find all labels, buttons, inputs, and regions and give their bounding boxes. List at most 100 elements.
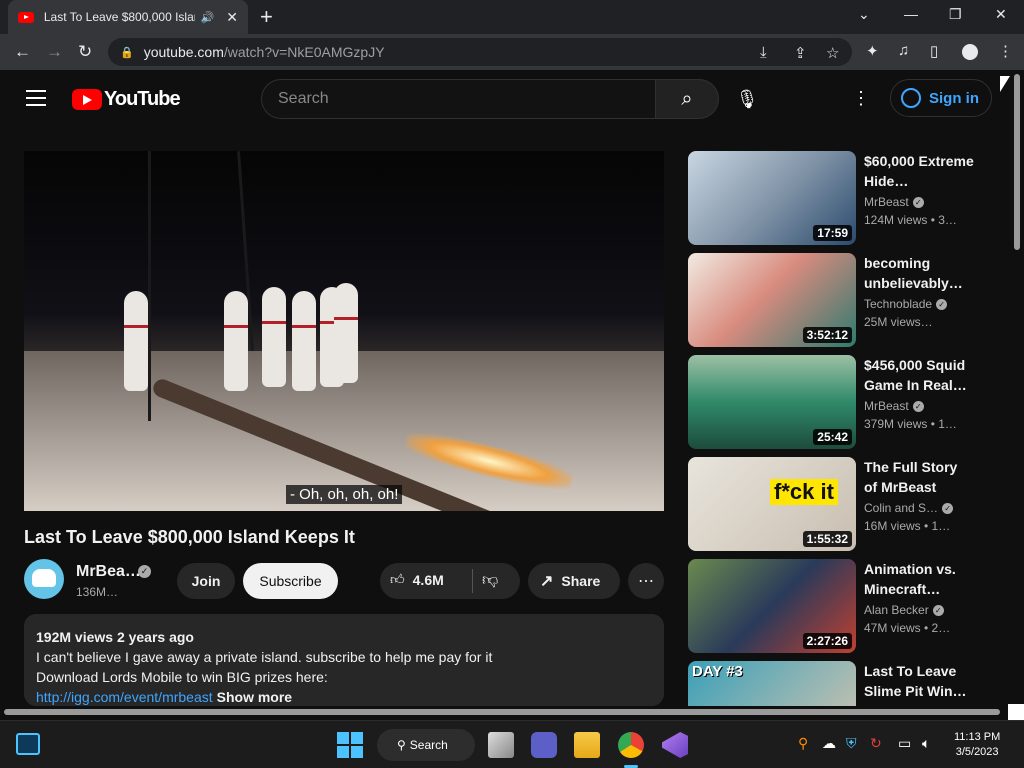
- video-thumbnail[interactable]: DAY #3: [688, 661, 856, 706]
- recommended-video[interactable]: 17:59 $60,000 Extreme Hide… MrBeast ✓ 124…: [688, 151, 988, 245]
- search-button[interactable]: ⌕: [655, 79, 719, 119]
- network-icon[interactable]: ▭: [898, 735, 911, 752]
- clock-time: 11:13 PM: [954, 731, 1001, 743]
- video-thumbnail[interactable]: f*ck it 1:55:32: [688, 457, 856, 551]
- recommended-channel[interactable]: Alan Becker ✓: [864, 603, 944, 617]
- side-panel-icon[interactable]: ▯: [930, 42, 938, 60]
- voice-search-button[interactable]: 🎙: [727, 79, 767, 119]
- scrollbar-thumb[interactable]: [4, 709, 1000, 715]
- thumbnail-text: f*ck it: [770, 479, 838, 505]
- recommended-channel[interactable]: Colin and S… ✓: [864, 501, 954, 515]
- tab-search-chevron-icon[interactable]: ⌄: [858, 6, 870, 23]
- recommended-meta: 124M views • 3…: [864, 213, 957, 227]
- like-count: 4.6M: [412, 571, 444, 588]
- bowling-pin: [292, 291, 316, 391]
- recommended-channel[interactable]: MrBeast ✓: [864, 195, 924, 209]
- chrome-menu-icon[interactable]: ⋮: [998, 42, 1013, 60]
- back-button[interactable]: ←: [14, 42, 31, 62]
- recommended-video[interactable]: 3:52:12 becoming unbelievably… Technobla…: [688, 253, 988, 347]
- media-controls-icon[interactable]: ♫: [898, 42, 909, 59]
- thumbs-up-icon: 👍︎: [390, 571, 405, 587]
- visual-studio-icon[interactable]: [662, 732, 688, 758]
- channel-name[interactable]: MrBea…: [76, 563, 141, 581]
- recommended-channel[interactable]: MrBeast ✓: [864, 399, 924, 413]
- recommended-title[interactable]: becoming unbelievably…: [864, 253, 974, 293]
- browser-tab-bar: Last To Leave $800,000 Island Keeps It 🔊…: [0, 0, 1024, 34]
- recommended-title[interactable]: Animation vs. Minecraft…: [864, 559, 974, 599]
- video-player[interactable]: - Oh, oh, oh, oh!: [24, 151, 664, 511]
- channel-avatar[interactable]: [24, 559, 64, 599]
- restore-button[interactable]: ❐: [949, 6, 962, 23]
- search-box[interactable]: [261, 79, 656, 119]
- join-button[interactable]: Join: [177, 563, 235, 599]
- start-button[interactable]: [337, 732, 363, 758]
- minimize-button[interactable]: —: [904, 6, 918, 22]
- vertical-scrollbar[interactable]: [1012, 70, 1024, 706]
- recommended-video[interactable]: f*ck it 1:55:32 The Full Story of MrBeas…: [688, 457, 988, 551]
- description-box[interactable]: 192M views 2 years ago I can't believe I…: [24, 614, 664, 706]
- settings-menu-icon[interactable]: ⋮: [852, 88, 870, 109]
- tray-search-icon[interactable]: ⚲: [798, 735, 808, 752]
- subscribe-button[interactable]: Subscribe: [243, 563, 338, 599]
- recommended-title[interactable]: The Full Story of MrBeast: [864, 457, 974, 497]
- video-thumbnail[interactable]: 2:27:26: [688, 559, 856, 653]
- recommended-title[interactable]: $60,000 Extreme Hide…: [864, 151, 974, 191]
- file-explorer-icon[interactable]: [574, 732, 600, 758]
- video-caption: - Oh, oh, oh, oh!: [286, 485, 403, 504]
- video-thumbnail[interactable]: 3:52:12: [688, 253, 856, 347]
- like-button[interactable]: 👍︎ 4.6M: [390, 571, 444, 588]
- system-clock[interactable]: 11:13 PM 3/5/2023: [954, 730, 1000, 760]
- bookmark-star-icon[interactable]: ☆: [826, 44, 839, 62]
- scrollbar-thumb[interactable]: [1014, 74, 1020, 250]
- reload-button[interactable]: ↻: [78, 42, 92, 62]
- more-actions-button[interactable]: ⋯: [628, 563, 664, 599]
- forward-button[interactable]: →: [46, 42, 63, 62]
- recommended-video[interactable]: 2:27:26 Animation vs. Minecraft… Alan Be…: [688, 559, 988, 653]
- close-window-button[interactable]: ✕: [995, 6, 1007, 23]
- user-icon: [901, 88, 921, 108]
- recommended-meta: 25M views…: [864, 315, 933, 329]
- video-thumbnail[interactable]: 17:59: [688, 151, 856, 245]
- share-page-icon[interactable]: ⇪: [794, 44, 807, 62]
- extensions-icon[interactable]: ✦: [866, 42, 879, 60]
- url-host: youtube.com: [143, 44, 224, 60]
- task-view-icon[interactable]: [488, 732, 514, 758]
- subscriber-count: 136M…: [76, 585, 119, 599]
- search-input[interactable]: [278, 90, 655, 108]
- recommended-video[interactable]: 25:42 $456,000 Squid Game In Real… MrBea…: [688, 355, 988, 449]
- browser-tab[interactable]: Last To Leave $800,000 Island Keeps It 🔊…: [8, 0, 248, 34]
- sign-in-button[interactable]: Sign in: [890, 79, 992, 117]
- hamburger-menu-icon[interactable]: [26, 90, 46, 111]
- lock-icon[interactable]: 🔒: [120, 46, 134, 59]
- speaker-icon[interactable]: 🔊: [201, 11, 215, 24]
- url-path: /watch?v=NkE0AMGzpJY: [223, 44, 385, 60]
- recommended-video[interactable]: DAY #3 Last To Leave Slime Pit Win…: [688, 661, 988, 706]
- video-duration: 1:55:32: [802, 531, 852, 547]
- profile-avatar-icon[interactable]: [962, 44, 978, 60]
- recommended-meta: 379M views • 1…: [864, 417, 957, 431]
- recommended-title[interactable]: $456,000 Squid Game In Real…: [864, 355, 974, 395]
- video-thumbnail[interactable]: 25:42: [688, 355, 856, 449]
- taskbar-search-button[interactable]: ⚲ Search: [377, 729, 475, 761]
- recommended-channel[interactable]: Technoblade ✓: [864, 297, 948, 311]
- recommended-meta: 16M views • 1…: [864, 519, 951, 533]
- dislike-button[interactable]: 👎︎: [482, 571, 498, 590]
- address-bar[interactable]: 🔒 youtube.com /watch?v=NkE0AMGzpJY ⤓ ⇪ ☆: [108, 38, 852, 66]
- widgets-icon[interactable]: [16, 733, 40, 755]
- microphone-icon: 🎙: [735, 88, 759, 109]
- volume-icon[interactable]: 🔈︎: [922, 735, 930, 752]
- teams-chat-icon[interactable]: [531, 732, 557, 758]
- share-button[interactable]: ↗ Share: [528, 563, 620, 599]
- update-icon[interactable]: ↻: [870, 735, 882, 752]
- recommended-title[interactable]: Last To Leave Slime Pit Win…: [864, 661, 974, 701]
- close-tab-icon[interactable]: ✕: [226, 9, 238, 26]
- youtube-logo[interactable]: YouTube: [72, 88, 181, 111]
- cloud-icon[interactable]: ☁: [822, 735, 836, 752]
- install-app-icon[interactable]: ⤓: [760, 44, 767, 61]
- new-tab-button[interactable]: +: [260, 4, 273, 30]
- horizontal-scrollbar[interactable]: [0, 706, 1012, 718]
- show-more-button[interactable]: Show more: [217, 689, 292, 705]
- chrome-taskbar-icon[interactable]: [618, 732, 644, 758]
- description-link[interactable]: http://igg.com/event/mrbeast: [36, 689, 213, 705]
- security-shield-icon[interactable]: ⛨: [846, 735, 857, 752]
